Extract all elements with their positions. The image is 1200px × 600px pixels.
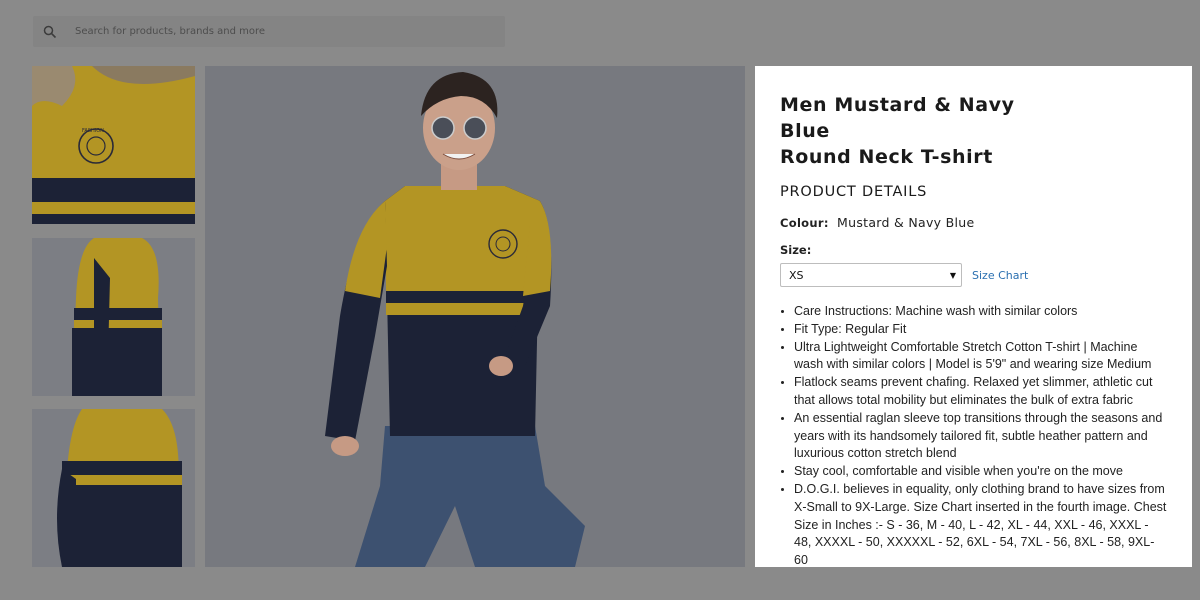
feature-item: An essential raglan sleeve top transitio…: [794, 410, 1167, 463]
product-title-line-2: Round Neck T-shirt: [780, 146, 993, 168]
thumbnail-3-image: [32, 409, 195, 567]
feature-item: D.O.G.I. believes in equality, only clot…: [794, 481, 1167, 570]
feature-item: Ultra Lightweight Comfortable Stretch Co…: [794, 339, 1167, 375]
search-icon: [43, 25, 57, 38]
product-thumbnail-3[interactable]: [32, 409, 195, 567]
feature-item: Flatlock seams prevent chafing. Relaxed …: [794, 374, 1167, 410]
size-selected-value: XS: [789, 268, 804, 282]
colour-label: Colour:: [780, 216, 829, 230]
product-title: Men Mustard & Navy Blue Round Neck T-shi…: [780, 92, 1070, 170]
model-illustration: [205, 66, 745, 567]
product-details-heading: PRODUCT DETAILS: [780, 184, 928, 200]
size-select[interactable]: XS ▼: [780, 263, 962, 287]
thumbnail-2-image: [32, 238, 195, 396]
main-product-image[interactable]: [205, 66, 745, 567]
feature-list: Care Instructions: Machine wash with sim…: [780, 303, 1167, 570]
product-title-line-1: Men Mustard & Navy Blue: [780, 94, 1015, 142]
search-input[interactable]: [73, 25, 477, 38]
feature-item: Care Instructions: Machine wash with sim…: [794, 303, 1167, 321]
thumbnail-1-image: FASHION: [32, 66, 195, 224]
feature-item: Stay cool, comfortable and visible when …: [794, 463, 1167, 481]
size-chart-link[interactable]: Size Chart: [972, 269, 1028, 282]
product-details-panel: Men Mustard & Navy Blue Round Neck T-shi…: [755, 66, 1192, 567]
search-bar[interactable]: [33, 16, 505, 47]
feature-item: Fit Type: Regular Fit: [794, 321, 1167, 339]
size-row: XS ▼ Size Chart: [780, 263, 1167, 287]
product-thumbnail-1[interactable]: FASHION: [32, 66, 195, 224]
size-label: Size:: [780, 243, 812, 257]
product-thumbnail-2[interactable]: [32, 238, 195, 396]
chevron-down-icon: ▼: [949, 270, 956, 280]
colour-value: Mustard & Navy Blue: [837, 215, 975, 230]
logo-text: FASHION: [82, 128, 104, 134]
colour-row: Colour: Mustard & Navy Blue: [780, 215, 1167, 230]
